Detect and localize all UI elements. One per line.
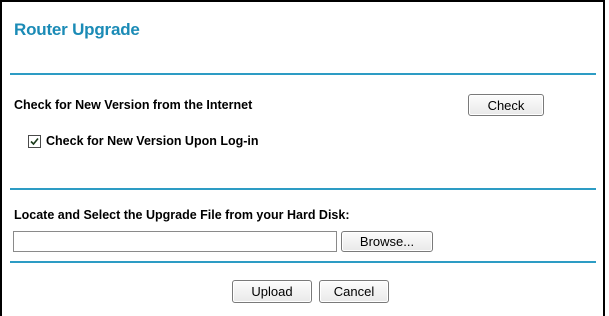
cancel-button[interactable]: Cancel bbox=[319, 280, 389, 303]
router-upgrade-panel: Router Upgrade Check for New Version fro… bbox=[0, 0, 605, 316]
page-title: Router Upgrade bbox=[14, 20, 140, 39]
internet-check-label: Check for New Version from the Internet bbox=[14, 98, 253, 112]
upload-button[interactable]: Upload bbox=[232, 280, 312, 303]
browse-button[interactable]: Browse... bbox=[341, 231, 433, 252]
check-on-login-checkbox[interactable] bbox=[28, 135, 41, 148]
upgrade-file-label: Locate and Select the Upgrade File from … bbox=[14, 208, 350, 222]
upgrade-file-path-input[interactable] bbox=[13, 231, 337, 252]
section-divider-top bbox=[10, 73, 596, 75]
check-button[interactable]: Check bbox=[468, 94, 544, 116]
section-divider-bottom bbox=[10, 261, 596, 263]
check-on-login-label: Check for New Version Upon Log-in bbox=[46, 134, 259, 148]
section-divider-middle bbox=[10, 188, 596, 190]
checkmark-icon bbox=[30, 137, 39, 146]
